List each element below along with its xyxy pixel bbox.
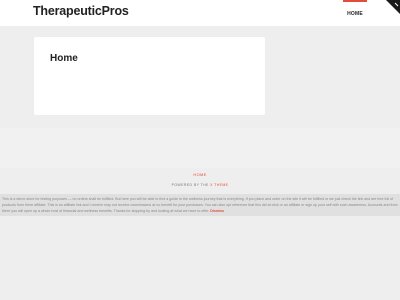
theme-link[interactable]: X THEME: [210, 183, 228, 187]
corner-menu-icon[interactable]: [386, 0, 400, 14]
powered-by: POWERED BY THE X THEME: [0, 183, 400, 187]
site-title[interactable]: TherapeuticPros: [33, 4, 129, 18]
demo-store-notice: This is a demo store for testing purpose…: [0, 194, 400, 216]
dismiss-link[interactable]: Dismiss: [210, 209, 224, 213]
nav-item-home[interactable]: HOME: [343, 0, 367, 26]
site-header: TherapeuticPros HOME: [0, 0, 400, 26]
page-title: Home: [50, 53, 78, 64]
powered-prefix: POWERED BY THE: [171, 183, 209, 187]
footer-band: [0, 128, 400, 168]
content-card: Home: [34, 37, 265, 115]
notice-text: This is a demo store for testing purpose…: [2, 197, 398, 213]
footer-home-link[interactable]: HOME: [0, 172, 400, 177]
